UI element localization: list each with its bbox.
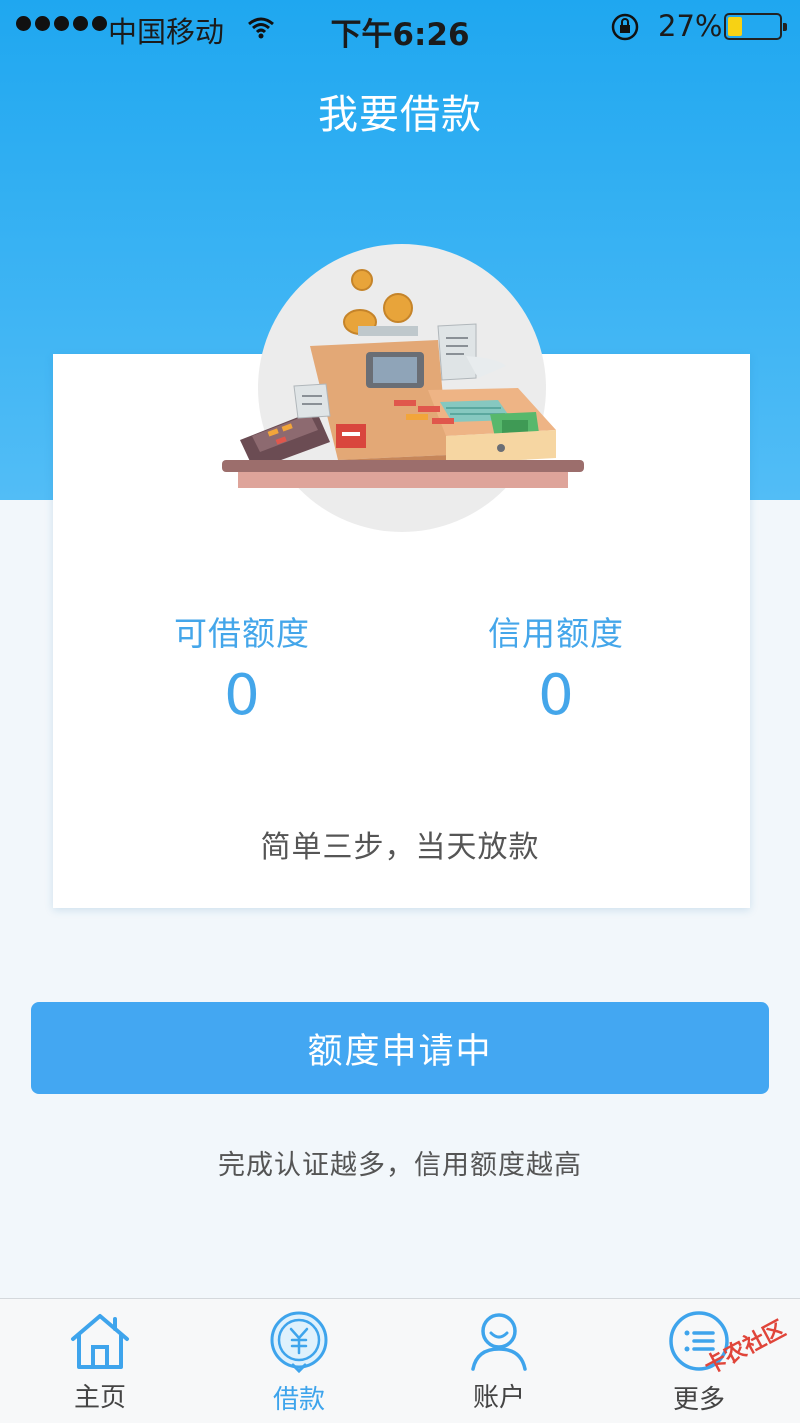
available-limit: 可借额度 0 [92, 607, 392, 728]
battery-percent: 27% [658, 9, 723, 43]
rotation-lock-icon [610, 12, 640, 50]
tab-loan[interactable]: 借款 [219, 1299, 379, 1423]
card-note: 简单三步，当天放款 [260, 830, 540, 865]
status-bar: 中国移动 下午6:26 27% [0, 0, 800, 56]
yuan-icon [267, 1311, 331, 1377]
apply-limit-button[interactable]: 额度申请中 [31, 1002, 769, 1094]
cash-register-illustration [218, 260, 588, 499]
tab-account-label: 账户 [472, 1383, 525, 1413]
tab-loan-label: 借款 [272, 1385, 325, 1415]
available-limit-label: 可借额度 [174, 614, 310, 653]
tab-home[interactable]: 主页 [20, 1299, 180, 1423]
credit-hint: 完成认证越多，信用额度越高 [218, 1150, 582, 1181]
available-limit-value: 0 [224, 663, 260, 728]
home-icon [67, 1311, 133, 1375]
page-title: 我要借款 [318, 92, 482, 138]
credit-limit: 信用额度 0 [406, 607, 706, 728]
tab-home-label: 主页 [73, 1383, 126, 1413]
battery-icon [724, 13, 787, 40]
credit-limit-value: 0 [538, 663, 574, 728]
tab-bar: 主页 借款 账户 更多 [0, 1298, 800, 1423]
tab-account[interactable]: 账户 [419, 1299, 579, 1423]
credit-limit-label: 信用额度 [488, 614, 624, 653]
user-icon [467, 1311, 531, 1375]
tab-more[interactable]: 更多 [619, 1299, 779, 1423]
tab-more-label: 更多 [672, 1385, 725, 1415]
